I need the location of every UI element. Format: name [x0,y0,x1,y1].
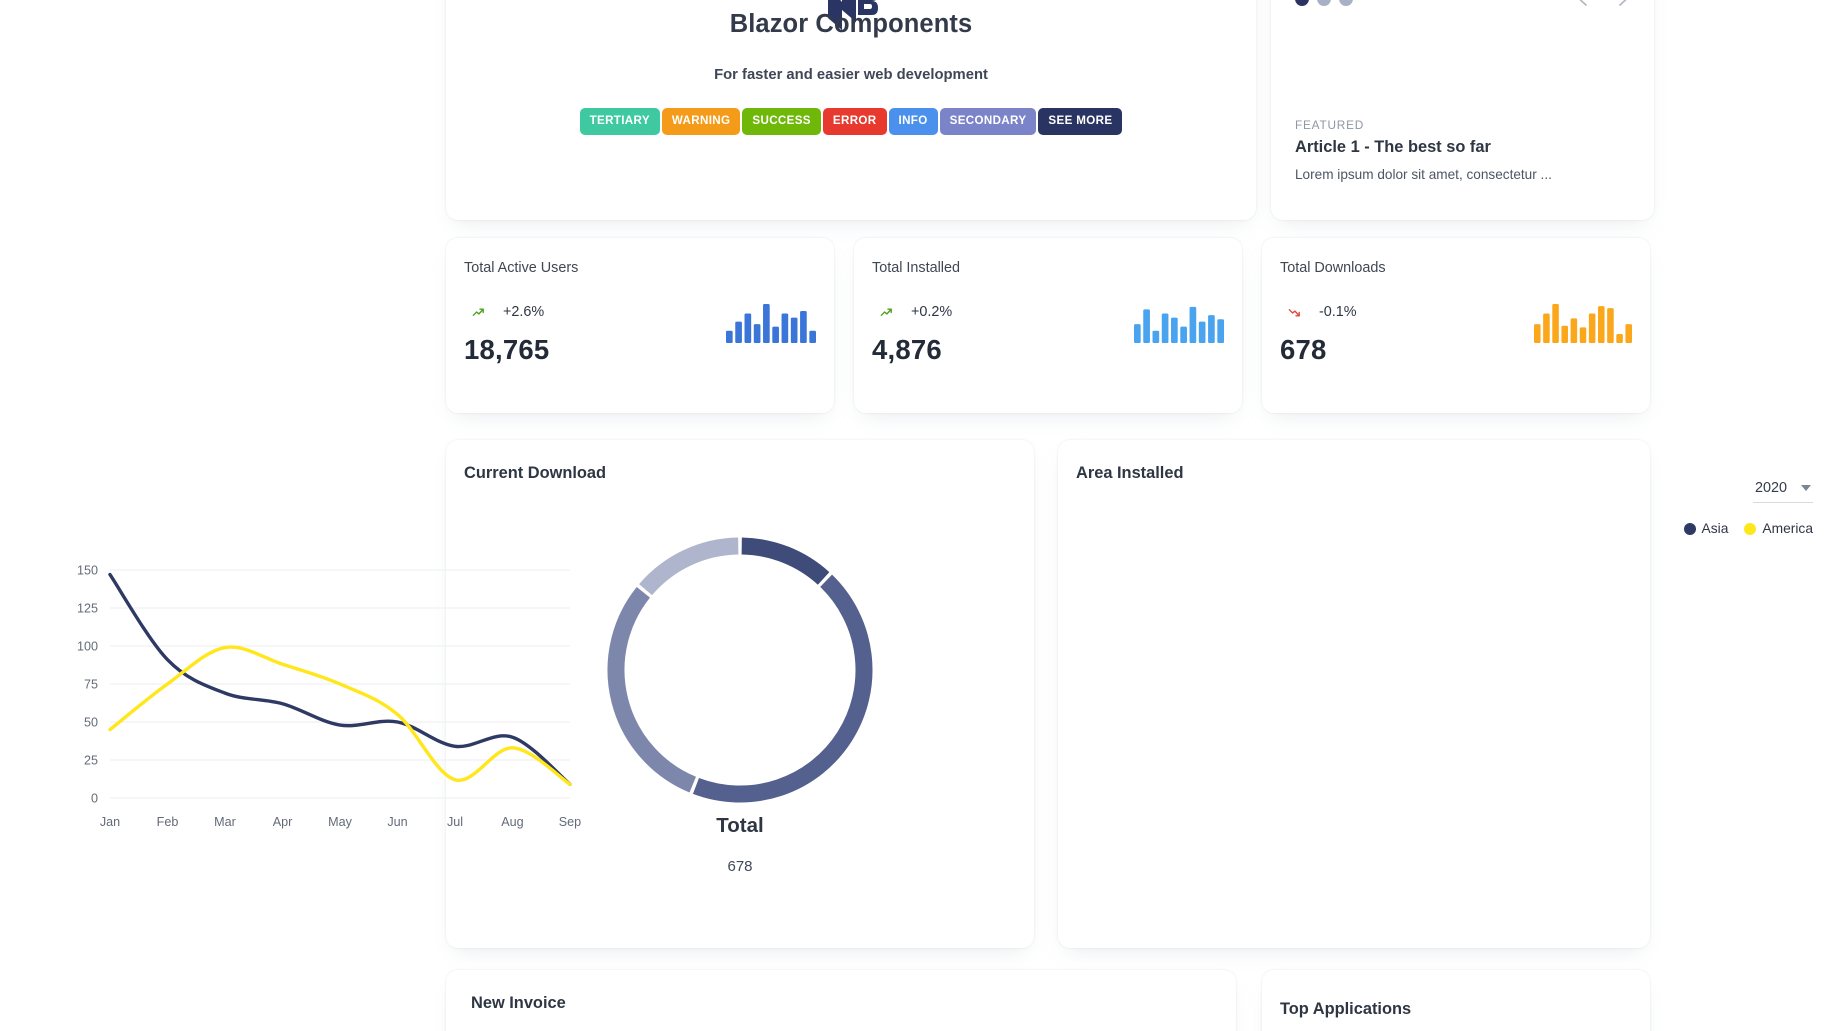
stat-card-total-downloads: Total Downloads -0.1% 678 [1262,238,1650,413]
carousel-dot[interactable] [1317,0,1331,6]
svg-text:Feb: Feb [157,815,179,829]
stat-delta: +0.2% [911,304,953,320]
area-installed-card: Area Installed [1058,440,1650,948]
tertiary-button[interactable]: TERTIARY [579,108,660,135]
current-download-title: Current Download [464,464,607,482]
featured-article-title[interactable]: Article 1 - The best so far [1295,138,1634,157]
trend-down-icon [1280,298,1308,326]
success-button[interactable]: SUCCESS [742,108,821,135]
legend-item[interactable]: America [1744,521,1813,536]
featured-kicker: FEATURED [1295,118,1365,132]
stat-delta-row: +0.2% [872,298,952,326]
svg-text:Mar: Mar [214,815,236,829]
svg-text:50: 50 [84,716,98,730]
carousel-dot[interactable] [1295,0,1309,6]
stat-value: 4,876 [872,334,942,365]
trend-up-icon [872,298,900,326]
svg-text:Jun: Jun [387,815,407,829]
hero-button-row: TERTIARY WARNING SUCCESS ERROR INFO SECONDARY… [446,108,1256,135]
legend-bullet [1744,522,1757,535]
stat-delta: +2.6% [503,304,545,320]
top-applications-title: Top Applications [1280,1000,1412,1018]
stat-delta-row: -0.1% [1280,298,1357,326]
hero-subtitle: For faster and easier web development [714,67,988,83]
stat-title: Total Installed [872,260,960,276]
svg-text:0: 0 [91,792,98,806]
sparkline-chart [726,298,816,348]
stat-delta: -0.1% [1319,304,1357,320]
svg-text:Aug: Aug [501,815,523,829]
year-select[interactable]: 2020 [1752,478,1813,503]
stat-value: 18,765 [464,334,550,365]
featured-article-excerpt: Lorem ipsum dolor sit amet, consectetur … [1295,167,1552,182]
warning-button[interactable]: WARNING [661,108,741,135]
stat-delta-row: +2.6% [464,298,544,326]
sparkline-chart [1134,298,1224,348]
svg-text:May: May [328,815,352,829]
svg-text:75: 75 [84,678,98,692]
svg-text:Sep: Sep [559,815,581,829]
hero-content: Blazor Components For faster and easier … [446,0,1256,135]
new-invoice-card: New Invoice [446,970,1236,1031]
carousel-dots[interactable] [1295,0,1353,6]
info-button[interactable]: INFO [888,108,938,135]
chevron-down-icon [1801,485,1811,491]
svg-text:Apr: Apr [273,815,293,829]
area-installed-title: Area Installed [1076,464,1184,482]
stat-title: Total Downloads [1280,260,1386,276]
sparkline-chart [1534,298,1632,348]
svg-text:Jan: Jan [100,815,120,829]
svg-text:25: 25 [84,754,98,768]
chevron-left-icon[interactable] [1574,0,1592,8]
area-chart-legend: Asia America [1683,521,1813,536]
area-installed-line-chart: 0 25 50 75 100 125 150 Jan Feb Mar Apr May Jun Jul Aug… [0,548,592,853]
stat-card-total-installed: Total Installed +0.2% 4,876 [854,238,1242,413]
trend-up-icon [464,298,492,326]
error-button[interactable]: ERROR [822,108,887,135]
year-select-value: 2020 [1754,480,1787,496]
legend-bullet [1683,522,1696,535]
stat-value: 678 [1280,334,1327,365]
see-more-button[interactable]: SEE MORE [1038,108,1123,135]
legend-label: America [1762,521,1813,536]
legend-label: Asia [1701,521,1729,536]
blazor-components-hero-card: Blazor Components For faster and easier … [446,0,1256,220]
stat-title: Total Active Users [464,260,579,276]
svg-text:150: 150 [77,564,98,578]
svg-text:125: 125 [77,602,98,616]
legend-item[interactable]: Asia [1683,521,1729,536]
chevron-right-icon[interactable] [1614,0,1632,8]
secondary-button[interactable]: SECONDARY [939,108,1037,135]
carousel-arrows [1574,0,1632,8]
featured-article-card: FEATURED Article 1 - The best so far Lor… [1271,0,1654,220]
svg-text:Jul: Jul [447,815,463,829]
top-applications-card: Top Applications [1262,970,1650,1031]
stat-card-total-active-users: Total Active Users +2.6% 18,765 [446,238,834,413]
new-invoice-title: New Invoice [471,994,566,1012]
svg-text:100: 100 [77,640,98,654]
page-title: Blazor Components [729,10,973,38]
carousel-dot[interactable] [1339,0,1353,6]
donut-center-value: 678 [727,858,753,875]
dashboard-page: Blazor Components For faster and easier … [0,0,1831,1031]
